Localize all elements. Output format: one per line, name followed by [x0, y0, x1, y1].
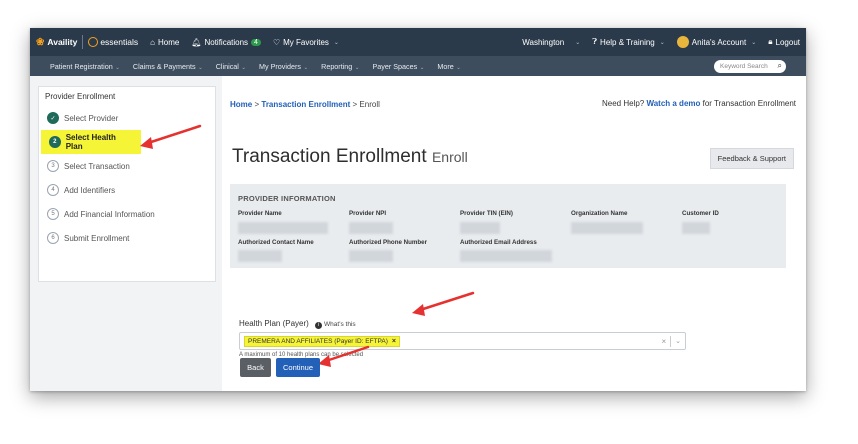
- home-link[interactable]: ⌂ Home: [150, 38, 179, 47]
- chevron-down-icon: ⌄: [751, 39, 757, 46]
- keyword-search-input[interactable]: Keyword Search ⌕: [714, 59, 786, 73]
- logout-link[interactable]: 🔒︎ Logout: [768, 37, 800, 47]
- app-window: ❀ Availity essentials ⌂ Home 🔔︎ Notifica…: [30, 28, 806, 391]
- health-plan-select[interactable]: PREMERA AND AFFILIATES (Payer ID: EFTPA)…: [239, 332, 686, 350]
- page-title: Transaction Enrollment Enroll: [232, 146, 468, 167]
- help-text: Need Help? Watch a demo for Transaction …: [601, 99, 796, 108]
- menu-reporting[interactable]: Reporting ⌄: [321, 62, 359, 71]
- redacted-value: [349, 222, 393, 234]
- whats-this-link[interactable]: i What's this: [315, 321, 356, 329]
- step-number: 5: [47, 208, 59, 220]
- avatar: [676, 36, 689, 48]
- chevron-down-icon: ⌄: [418, 64, 425, 71]
- bell-icon: 🔔︎: [191, 37, 202, 47]
- health-plan-label: Health Plan (Payer) i What's this: [239, 319, 356, 329]
- redacted-value: [460, 250, 552, 262]
- divider: [82, 35, 84, 49]
- region-menu[interactable]: Washington ⌄: [522, 38, 580, 47]
- customer-id-label: Customer ID: [682, 210, 719, 217]
- watch-demo-link[interactable]: Watch a demo: [646, 99, 700, 108]
- provider-info-header: PROVIDER INFORMATION: [238, 194, 336, 203]
- step-add-identifiers[interactable]: 4 Add Identifiers: [39, 178, 215, 202]
- continue-button[interactable]: Continue: [276, 358, 320, 377]
- authorized-email-label: Authorized Email Address: [460, 239, 537, 246]
- availity-logo-icon: ❀: [36, 36, 45, 48]
- step-select-health-plan[interactable]: 2 Select Health Plan: [41, 130, 141, 154]
- essentials-icon: [88, 37, 99, 47]
- step-number: 4: [47, 184, 59, 196]
- step-submit-enrollment[interactable]: 6 Submit Enrollment: [39, 226, 215, 250]
- page-subtitle: Enroll: [431, 149, 468, 165]
- chevron-down-icon: ⌄: [333, 39, 339, 46]
- account-menu[interactable]: Anita's Account ⌄: [676, 36, 757, 48]
- notifications-link[interactable]: 🔔︎ Notifications 4: [191, 38, 261, 47]
- main-content: Home > Transaction Enrollment > Enroll N…: [222, 76, 806, 391]
- redacted-value: [238, 250, 282, 262]
- search-icon[interactable]: ⌕: [778, 61, 782, 71]
- organization-name-label: Organization Name: [571, 210, 628, 217]
- lock-icon: 🔒︎: [768, 37, 773, 46]
- provider-name-label: Provider Name: [238, 210, 282, 217]
- notification-count-badge: 4: [251, 38, 261, 46]
- menu-patient-registration[interactable]: Patient Registration ⌄: [50, 62, 120, 71]
- breadcrumb-current: Enroll: [359, 100, 380, 109]
- chevron-down-icon: ⌄: [454, 64, 461, 71]
- step-select-transaction[interactable]: 3 Select Transaction: [39, 154, 215, 178]
- menu-claims-payments[interactable]: Claims & Payments ⌄: [133, 62, 203, 71]
- menu-more[interactable]: More ⌄: [437, 62, 461, 71]
- remove-chip-icon[interactable]: ×: [392, 338, 396, 345]
- menu-my-providers[interactable]: My Providers ⌄: [259, 62, 308, 71]
- sidebar-title: Provider Enrollment: [45, 92, 116, 101]
- step-number: 3: [47, 160, 59, 172]
- home-icon: ⌂: [150, 37, 155, 47]
- clear-selection-icon[interactable]: ×: [661, 337, 666, 346]
- step-select-provider[interactable]: ✓ Select Provider: [39, 106, 215, 130]
- redacted-value: [349, 250, 393, 262]
- brand-logo[interactable]: ❀ Availity: [36, 37, 77, 48]
- chevron-down-icon: ⌄: [196, 64, 203, 71]
- chevron-down-icon: ⌄: [301, 64, 309, 71]
- top-bar: ❀ Availity essentials ⌂ Home 🔔︎ Notifica…: [30, 28, 806, 56]
- redacted-value: [682, 222, 710, 234]
- redacted-value: [460, 222, 500, 234]
- provider-tin-label: Provider TIN (EIN): [460, 210, 513, 217]
- essentials-label: essentials: [88, 37, 138, 47]
- breadcrumb-transaction-enrollment[interactable]: Transaction Enrollment: [261, 100, 350, 109]
- chevron-down-icon: ⌄: [659, 39, 665, 46]
- menu-payer-spaces[interactable]: Payer Spaces ⌄: [372, 62, 424, 71]
- chevron-down-icon: ⌄: [239, 64, 247, 71]
- main-menu-bar: Patient Registration ⌄ Claims & Payments…: [30, 56, 806, 76]
- divider: [670, 335, 672, 347]
- provider-npi-label: Provider NPI: [349, 210, 387, 217]
- check-icon: ✓: [47, 112, 59, 124]
- help-training-menu[interactable]: ❓︎ Help & Training ⌄: [592, 37, 665, 47]
- chevron-down-icon: ⌄: [113, 64, 120, 71]
- chevron-down-icon: ⌄: [353, 64, 360, 71]
- chevron-down-icon: ⌄: [575, 39, 581, 46]
- info-icon: i: [315, 322, 323, 329]
- authorized-phone-label: Authorized Phone Number: [349, 239, 428, 246]
- selected-plan-chip: PREMERA AND AFFILIATES (Payer ID: EFTPA)…: [244, 335, 400, 347]
- enrollment-steps-sidebar: Provider Enrollment ✓ Select Provider 2 …: [38, 86, 216, 282]
- breadcrumb: Home > Transaction Enrollment > Enroll: [230, 100, 380, 109]
- breadcrumb-home[interactable]: Home: [230, 100, 252, 109]
- question-icon: ❓︎: [592, 37, 598, 46]
- heart-icon: ♡: [272, 37, 281, 47]
- back-button[interactable]: Back: [240, 358, 271, 377]
- step-number: 2: [49, 136, 61, 148]
- authorized-contact-label: Authorized Contact Name: [238, 239, 314, 246]
- health-plan-section: Health Plan (Payer) i What's this PREMERA…: [230, 309, 786, 391]
- favorites-menu[interactable]: ♡ My Favorites ⌄: [273, 38, 339, 47]
- step-number: 6: [47, 232, 59, 244]
- feedback-support-button[interactable]: Feedback & Support: [709, 148, 794, 169]
- chevron-down-icon[interactable]: ⌄: [675, 337, 681, 345]
- step-add-financial-information[interactable]: 5 Add Financial Information: [39, 202, 215, 226]
- redacted-value: [571, 222, 643, 234]
- menu-clinical[interactable]: Clinical ⌄: [216, 62, 246, 71]
- redacted-value: [238, 222, 328, 234]
- provider-information-panel: PROVIDER INFORMATION Provider Name Provi…: [230, 184, 786, 268]
